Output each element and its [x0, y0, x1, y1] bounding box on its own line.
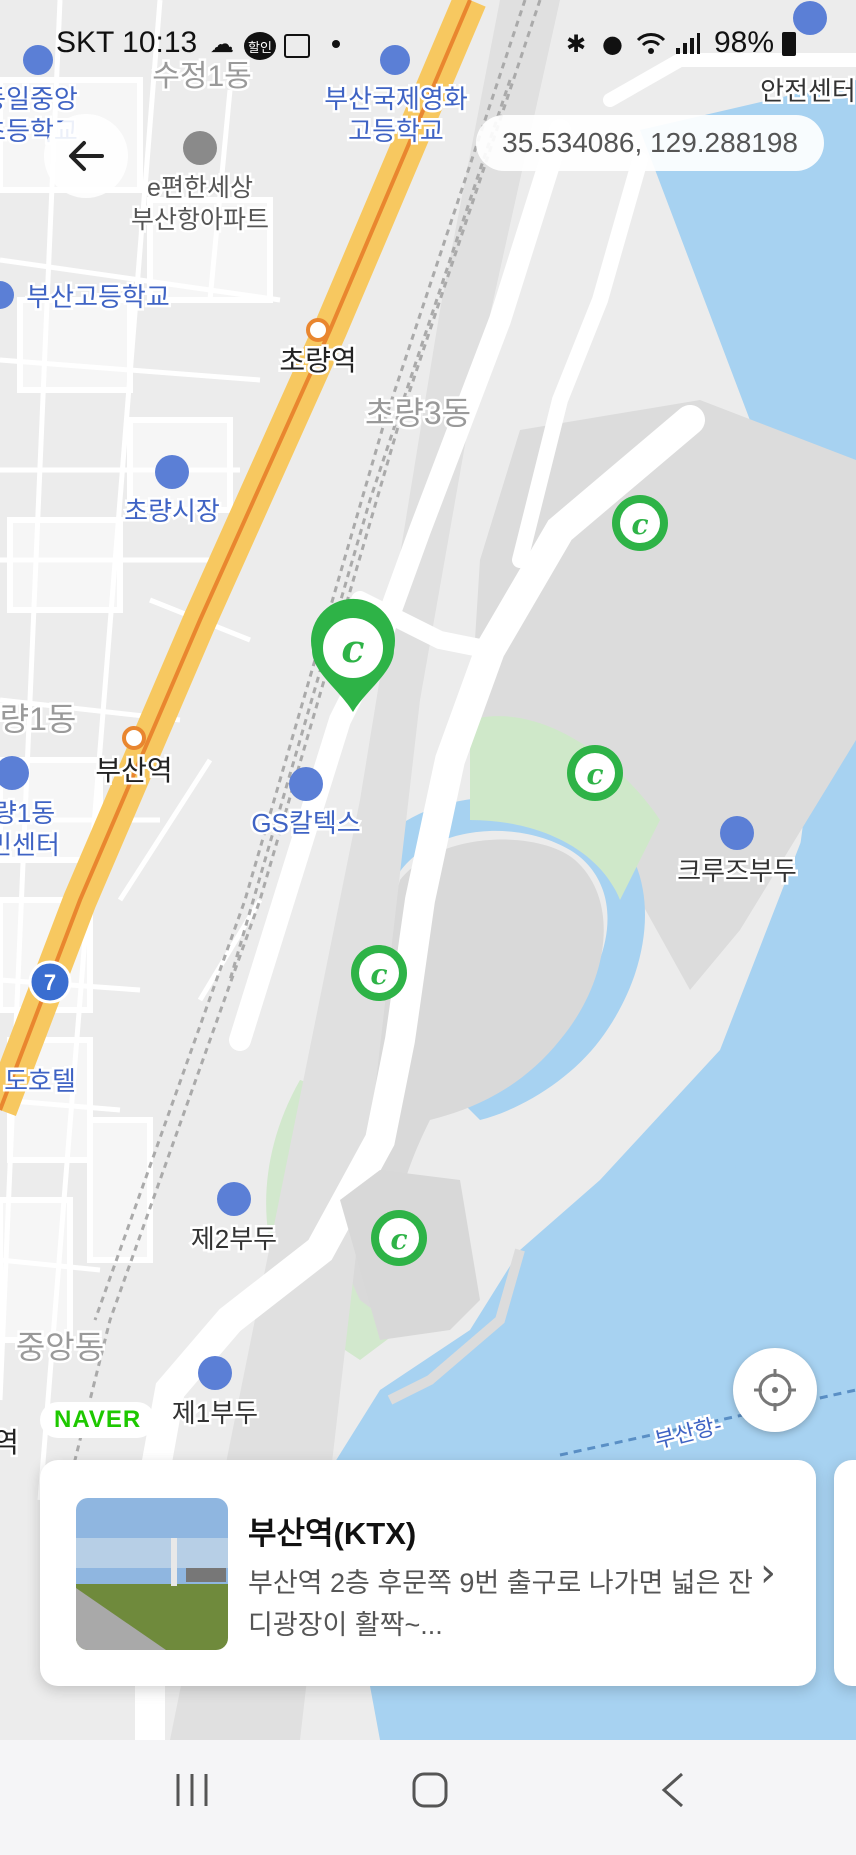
label-choryang-market: 초량시장	[124, 496, 220, 526]
place-thumbnail	[76, 1498, 228, 1650]
arrow-left-icon	[69, 141, 104, 171]
label-ryang1dong: 량1동	[0, 701, 76, 737]
label-busan-intl-highschool-2: 고등학교	[348, 116, 444, 146]
label-cruise-terminal: 크루즈부두	[677, 856, 797, 886]
svg-text:c: c	[390, 1223, 407, 1256]
back-button[interactable]	[44, 114, 128, 198]
naver-logo: NAVER	[40, 1402, 156, 1438]
carrier-time: SKT 10:13	[56, 26, 198, 59]
gallery-icon	[284, 34, 310, 58]
label-choryang-station: 초량역	[279, 345, 356, 376]
c-marker-icon[interactable]: c	[351, 945, 407, 1001]
system-nav-bar	[0, 1740, 856, 1855]
chevron-right-icon[interactable]: ›	[760, 1550, 776, 1596]
label-hotel: 도호텔	[4, 1066, 76, 1096]
label-pier2: 제2부두	[191, 1224, 277, 1254]
c-marker-icon[interactable]: c	[371, 1210, 427, 1266]
svg-text:c: c	[370, 958, 387, 991]
label-e-apartment-1: e편한세상	[147, 174, 253, 202]
place-card[interactable]: 부산역(KTX) 부산역 2층 후문쪽 9번 출구로 나가면 넓은 잔디광장이 …	[40, 1460, 816, 1686]
home-icon[interactable]	[410, 1770, 450, 1814]
label-ryang1dong-center-1: 량1동	[0, 798, 55, 828]
back-chevron-icon[interactable]	[654, 1770, 694, 1814]
battery-percent: 98%	[713, 26, 774, 59]
svg-text:c: c	[631, 508, 648, 541]
sale-badge-icon: 할인	[244, 32, 276, 60]
place-title: 부산역(KTX)	[248, 1516, 417, 1551]
recent-apps-icon[interactable]	[172, 1770, 212, 1814]
label-gs-caltex: GS칼텍스	[251, 808, 360, 838]
locate-button[interactable]	[733, 1348, 817, 1432]
label-pier1: 제1부두	[172, 1398, 258, 1428]
route-7-label: 7	[44, 970, 56, 995]
signal-icon	[674, 32, 700, 62]
svg-text:c: c	[586, 758, 603, 791]
wifi-icon	[636, 32, 666, 62]
status-bar: SKT 10:13 ☁ 할인 ✱ ● 98%	[0, 0, 856, 90]
place-description: 부산역 2층 후문쪽 9번 출구로 나가면 넓은 잔디광장이 활짝~...	[248, 1568, 753, 1640]
crosshair-icon	[754, 1369, 796, 1411]
label-busan-station: 부산역	[95, 755, 172, 786]
cloud-icon: ☁	[210, 30, 234, 58]
next-place-card[interactable]	[834, 1460, 856, 1686]
coordinates-display: 35.534086, 129.288198	[476, 115, 824, 171]
label-choryang3dong: 초량3동	[365, 395, 471, 431]
label-jungang-dong: 중앙동	[16, 1329, 104, 1365]
label-ryang1dong-center-2: 민센터	[0, 830, 60, 860]
location-icon: ●	[602, 30, 623, 58]
svg-text:c: c	[341, 626, 364, 671]
bluetooth-icon: ✱	[566, 30, 587, 58]
c-marker-icon[interactable]: c	[612, 495, 668, 551]
label-busan-highschool: 부산고등학교	[26, 282, 170, 312]
c-marker-icon[interactable]: c	[567, 745, 623, 801]
label-e-apartment-2: 부산항아파트	[131, 206, 269, 234]
label-yeok: 역	[0, 1427, 19, 1458]
battery-icon	[782, 32, 796, 56]
dot-icon	[332, 40, 340, 48]
